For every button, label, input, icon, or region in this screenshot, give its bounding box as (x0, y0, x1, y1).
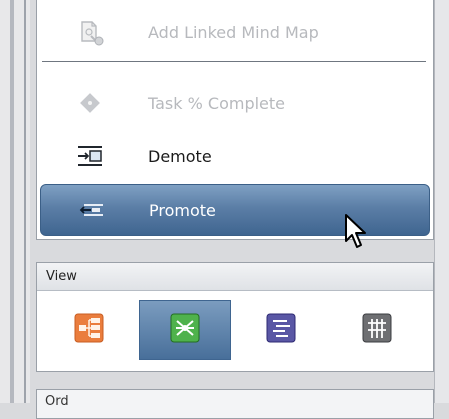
menu-item-label: Task % Complete (148, 93, 286, 113)
menu-item-task-complete[interactable]: Task % Complete (40, 77, 430, 129)
gutter-line (10, 0, 14, 403)
menu-item-promote[interactable]: Promote (40, 184, 430, 236)
context-menu: Add Linked Mind Map Task % Complete Demo… (36, 0, 434, 240)
mouse-cursor-icon (345, 214, 366, 248)
next-panel-title: Ord (45, 394, 69, 409)
gray-grid-icon (360, 311, 394, 349)
mind-map-view-button[interactable] (43, 300, 135, 360)
outline-view-button[interactable] (235, 300, 327, 360)
map-view-button[interactable] (139, 300, 231, 360)
menu-item-label: Demote (148, 146, 212, 166)
view-panel: View (36, 262, 434, 372)
demote-icon (70, 136, 110, 176)
scrollbar-track[interactable] (434, 0, 449, 403)
menu-separator (42, 61, 426, 62)
promote-icon (71, 190, 111, 230)
menu-item-add-linked-mind-map[interactable]: Add Linked Mind Map (40, 6, 430, 58)
menu-item-label: Promote (149, 200, 216, 220)
view-panel-title: View (46, 269, 77, 284)
linked-map-icon (70, 12, 110, 52)
left-gutter (0, 0, 30, 403)
view-panel-header: View (37, 263, 433, 291)
diamond-icon (70, 83, 110, 123)
blue-outline-icon (264, 311, 298, 349)
orange-branch-icon (72, 311, 106, 349)
next-panel-header: Ord (36, 389, 434, 419)
gantt-view-button[interactable] (331, 300, 423, 360)
menu-item-demote[interactable]: Demote (40, 130, 430, 182)
green-network-icon (168, 311, 202, 349)
menu-item-label: Add Linked Mind Map (148, 22, 319, 42)
gutter-line (24, 0, 26, 403)
